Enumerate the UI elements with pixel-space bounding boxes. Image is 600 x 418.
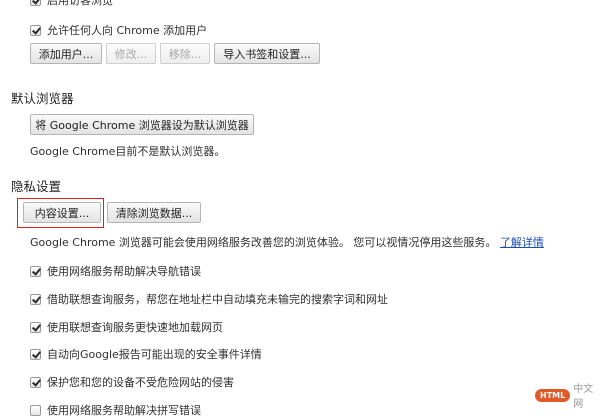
edit-user-button[interactable]: 修改... — [106, 43, 156, 64]
privacy-option-label: 使用联想查询服务更快速地加载网页 — [47, 321, 223, 334]
watermark-logo: HTML 中文网 — [535, 380, 600, 410]
privacy-option-row[interactable]: 使用联想查询服务更快速地加载网页 — [30, 319, 223, 335]
default-browser-title: 默认浏览器 — [11, 91, 74, 106]
privacy-title: 隐私设置 — [11, 179, 62, 194]
add-user-button[interactable]: 添加用户... — [30, 43, 102, 64]
privacy-option-label: 借助联想查询服务，帮您在地址栏中自动填充未输完的搜索字词和网址 — [47, 293, 388, 306]
guest-browsing-label: 启用访客浏览 — [47, 0, 113, 7]
privacy-option-row[interactable]: 借助联想查询服务，帮您在地址栏中自动填充未输完的搜索字词和网址 — [30, 291, 388, 307]
allow-add-user-label: 允许任何人向 Chrome 添加用户 — [47, 24, 208, 37]
privacy-description: Google Chrome 浏览器可能会使用网络服务改善您的浏览体验。 您可以视… — [30, 234, 544, 250]
guest-browsing-row[interactable]: 启用访客浏览 — [30, 0, 113, 8]
privacy-option-label: 自动向Google报告可能出现的安全事件详情 — [47, 348, 262, 361]
import-bookmarks-button[interactable]: 导入书签和设置... — [214, 43, 320, 64]
clear-browsing-data-button[interactable]: 清除浏览数据... — [107, 202, 201, 223]
privacy-option-row[interactable]: 保护您和您的设备不受危险网站的侵害 — [30, 374, 234, 390]
privacy-option-row[interactable]: 使用网络服务帮助解决拼写错误 — [30, 402, 201, 418]
privacy-option-checkbox[interactable] — [30, 321, 41, 333]
privacy-option-label: 使用网络服务帮助解决导航错误 — [47, 265, 201, 278]
privacy-option-row[interactable]: 使用网络服务帮助解决导航错误 — [30, 263, 201, 279]
privacy-option-checkbox[interactable] — [30, 404, 41, 416]
privacy-option-checkbox[interactable] — [30, 348, 41, 360]
default-browser-status: Google Chrome目前不是默认浏览器。 — [30, 145, 226, 158]
content-settings-highlight — [17, 198, 104, 228]
watermark-badge: HTML — [535, 388, 571, 402]
guest-browsing-checkbox[interactable] — [30, 0, 41, 6]
privacy-option-checkbox[interactable] — [30, 376, 41, 388]
remove-user-button[interactable]: 移除... — [160, 43, 210, 64]
learn-more-link[interactable]: 了解详情 — [500, 236, 544, 249]
privacy-description-text: Google Chrome 浏览器可能会使用网络服务改善您的浏览体验。 您可以视… — [30, 236, 497, 249]
privacy-option-checkbox[interactable] — [30, 265, 41, 277]
allow-add-user-checkbox[interactable] — [30, 24, 41, 36]
watermark-text: 中文网 — [573, 384, 594, 410]
set-default-browser-button[interactable]: 将 Google Chrome 浏览器设为默认浏览器 — [30, 114, 254, 135]
privacy-option-label: 使用网络服务帮助解决拼写错误 — [47, 404, 201, 417]
privacy-option-row[interactable]: 自动向Google报告可能出现的安全事件详情 — [30, 346, 262, 362]
allow-add-user-row[interactable]: 允许任何人向 Chrome 添加用户 — [30, 22, 207, 38]
privacy-option-checkbox[interactable] — [30, 293, 41, 305]
privacy-option-label: 保护您和您的设备不受危险网站的侵害 — [47, 376, 234, 389]
